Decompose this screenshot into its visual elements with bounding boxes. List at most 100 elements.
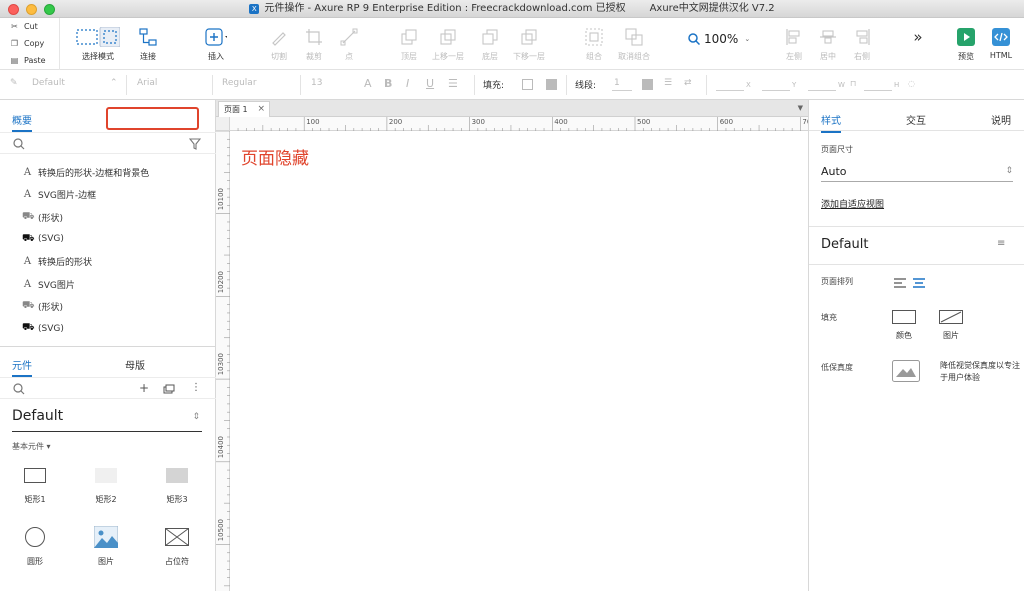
add-library-icon[interactable]: + (139, 381, 149, 395)
horizontal-ruler[interactable]: 100200300400500600700 (230, 117, 816, 131)
zoom-window-button[interactable] (44, 4, 55, 15)
close-icon[interactable]: × (257, 102, 265, 117)
cut-tool-button[interactable]: 切割 (265, 18, 293, 70)
align-right-button[interactable]: 右侧 (848, 18, 876, 70)
fill-image-swatch[interactable] (546, 79, 557, 90)
send-to-bottom-button[interactable]: 底层 (475, 18, 505, 70)
font-weight-select[interactable]: Regular (222, 78, 257, 88)
publish-html-button[interactable]: HTML (986, 18, 1016, 70)
library-stack-icon[interactable] (163, 384, 175, 394)
low-fidelity-toggle[interactable] (892, 360, 920, 382)
window-controls (8, 4, 55, 15)
outline-item[interactable]: ⛟ (SVG) (22, 233, 64, 246)
widget-circle[interactable]: 圆形 (10, 522, 60, 567)
search-icon[interactable] (13, 383, 25, 395)
crop-button[interactable]: 裁剪 (300, 18, 328, 70)
point-button[interactable]: 点 (335, 18, 363, 70)
cut-button[interactable]: ✂ Cut (0, 18, 59, 35)
more-options-icon[interactable]: ⋮ (191, 382, 201, 393)
outline-item[interactable]: A 转换后的形状 (22, 255, 92, 268)
library-select[interactable]: Default ⇕ (12, 408, 202, 432)
outline-item[interactable]: ⛟ (形状) (22, 211, 63, 224)
height-input[interactable] (864, 90, 892, 91)
search-icon[interactable] (13, 138, 25, 150)
widget-label: 矩形2 (95, 495, 117, 504)
width-input[interactable] (808, 90, 836, 91)
font-size-select[interactable]: 13 (311, 78, 322, 88)
more-tools-button[interactable]: » (906, 18, 930, 70)
low-fidelity-label: 低保真度 (821, 363, 853, 372)
align-left-button[interactable]: 左侧 (780, 18, 808, 70)
tab-outline[interactable]: 概要 (12, 112, 32, 132)
tab-widgets[interactable]: 元件 (12, 357, 32, 377)
vertical-ruler[interactable]: 10100 10200 10300 10400 10500 (216, 131, 230, 591)
y-input[interactable] (762, 90, 790, 91)
tab-masters[interactable]: 母版 (125, 357, 145, 372)
preview-button[interactable]: 预览 (952, 18, 980, 70)
page-size-select[interactable]: Auto ⇕ (821, 162, 1013, 182)
connect-label: 连接 (140, 52, 156, 61)
widget-image[interactable]: 图片 (81, 522, 131, 567)
zoom-select[interactable]: 100% ⌄ (688, 32, 750, 46)
basic-widgets-section[interactable]: 基本元件 ▾ (12, 441, 51, 452)
axure-app-icon: X (249, 4, 260, 14)
copy-button[interactable]: ❐ Copy (0, 35, 59, 52)
select-mode-button[interactable]: 选择模式 (68, 18, 128, 70)
outline-item[interactable]: A SVG图片 (22, 278, 75, 291)
arrow-style-icon[interactable]: ⇄ (684, 78, 692, 88)
minimize-window-button[interactable] (26, 4, 37, 15)
send-backward-button[interactable]: 下移一层 (510, 18, 548, 70)
outline-item[interactable]: ⛟ (形状) (22, 300, 63, 313)
bring-forward-button[interactable]: 上移一层 (429, 18, 467, 70)
connect-button[interactable]: 连接 (132, 18, 164, 70)
fill-color-option[interactable]: 颜色 (887, 310, 921, 341)
underline-button[interactable]: U (426, 77, 434, 90)
chevron-down-icon[interactable]: ▼ (798, 104, 803, 112)
fill-color-swatch[interactable] (522, 79, 533, 90)
main-toolbar: ✂ Cut ❐ Copy ▤ Paste 选择模式 连接 插入 切割 裁剪 点 … (0, 18, 1024, 70)
widget-placeholder[interactable]: 占位符 (152, 522, 202, 567)
bold-button[interactable]: B (384, 77, 392, 90)
tab-style[interactable]: 样式 (821, 112, 841, 133)
bring-to-top-button[interactable]: 顶层 (394, 18, 424, 70)
x-input[interactable] (716, 90, 744, 91)
insert-button[interactable]: 插入 (197, 18, 235, 70)
group-button[interactable]: 组合 (580, 18, 608, 70)
widget-rectangle-3[interactable]: 矩形3 (152, 460, 202, 505)
add-adaptive-view-link[interactable]: 添加自适应视图 (821, 197, 884, 210)
italic-button[interactable]: I (406, 77, 409, 90)
ruler-label: 100 (306, 118, 320, 126)
stroke-width-input[interactable]: 1 (614, 78, 620, 88)
canvas-text-widget[interactable]: 页面隐藏 (241, 144, 309, 169)
close-window-button[interactable] (8, 4, 19, 15)
list-icon[interactable]: ☰ (448, 77, 458, 90)
outline-item[interactable]: A SVG图片-边框 (22, 188, 96, 201)
cut-tool-label: 切割 (271, 52, 287, 61)
text-shape-icon: A (23, 278, 32, 290)
visibility-icon[interactable]: ◌ (908, 79, 915, 88)
align-center-icon[interactable] (913, 278, 925, 288)
fill-image-label: 图片 (943, 331, 959, 340)
outline-item[interactable]: A 转换后的形状-边框和背景色 (22, 166, 149, 179)
h-label: H (894, 81, 900, 89)
filter-icon[interactable] (189, 138, 201, 150)
widget-rectangle-1[interactable]: 矩形1 (10, 460, 60, 505)
ruler-label: 300 (471, 118, 485, 126)
style-select[interactable]: Default (32, 78, 65, 88)
font-family-select[interactable]: Arial (137, 78, 157, 88)
page-tab-1[interactable]: 页面 1 × (218, 101, 270, 117)
tab-interactions[interactable]: 交互 (906, 112, 926, 127)
stroke-pattern-icon[interactable]: ☰ (664, 78, 672, 88)
edit-style-icon[interactable]: ≡ (997, 238, 1005, 249)
paste-button[interactable]: ▤ Paste (0, 52, 59, 69)
align-center-button[interactable]: 居中 (814, 18, 842, 70)
fill-image-option[interactable]: 图片 (934, 310, 968, 341)
outline-item[interactable]: ⛟ (SVG) (22, 322, 64, 335)
widget-rectangle-2[interactable]: 矩形2 (81, 460, 131, 505)
stroke-color-swatch[interactable] (642, 79, 653, 90)
font-color-icon[interactable]: A (364, 77, 372, 90)
ungroup-button[interactable]: 取消组合 (614, 18, 654, 70)
lock-icon[interactable]: ⊓ (850, 79, 856, 88)
tab-notes[interactable]: 说明 (991, 112, 1011, 127)
align-left-icon[interactable] (894, 278, 906, 288)
